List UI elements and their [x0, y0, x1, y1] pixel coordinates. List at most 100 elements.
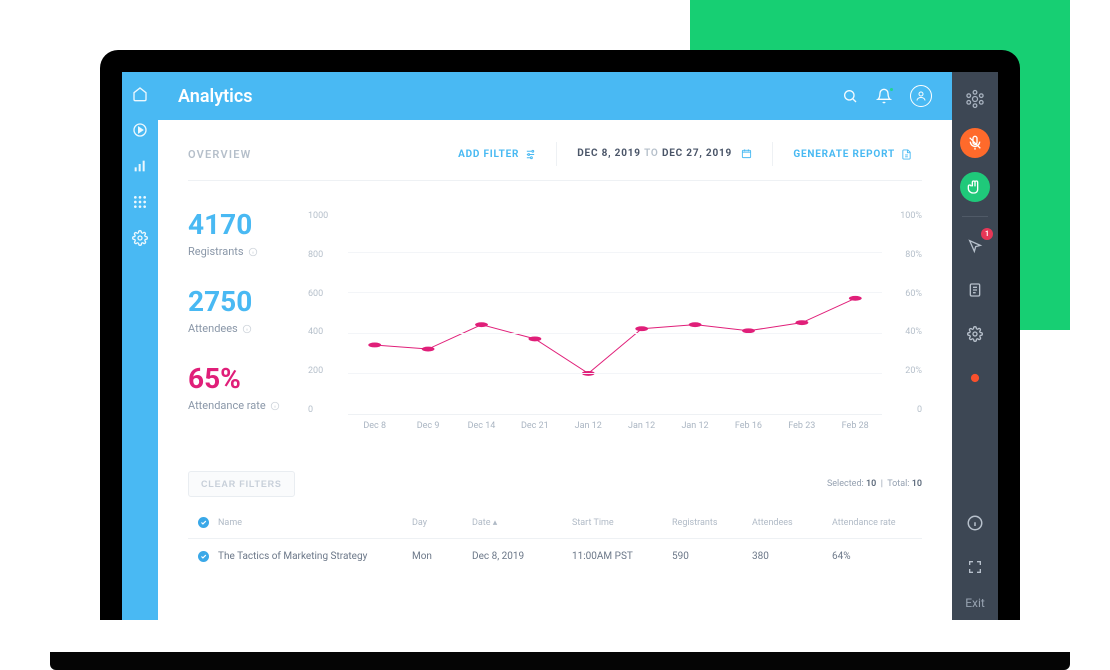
sliders-icon [525, 149, 536, 160]
column-name[interactable]: Name [218, 518, 412, 528]
cell-rate: 64% [832, 551, 922, 562]
device-base [50, 652, 1070, 670]
cell-att: 380 [752, 551, 832, 562]
grid-line [348, 333, 882, 334]
x-tick: Dec 14 [461, 421, 501, 441]
document-icon [901, 149, 912, 160]
table-row[interactable]: The Tactics of Marketing StrategyMonDec … [188, 539, 922, 574]
avatar[interactable] [910, 85, 932, 107]
x-tick: Feb 23 [782, 421, 822, 441]
fullscreen-button[interactable] [960, 552, 990, 582]
column-registrants[interactable]: Registrants [672, 518, 752, 528]
info-icon[interactable] [248, 247, 258, 257]
calendar-icon [741, 148, 752, 159]
y-tick: 800 [308, 250, 338, 260]
right-tool-rail: 1 Exit [952, 72, 998, 620]
left-nav-rail [122, 72, 158, 620]
device-frame: Analytics OVERVIEW ADD FILTER [100, 50, 1020, 620]
metric-value: 4170 [188, 211, 308, 239]
toolbar: OVERVIEW ADD FILTER DEC 8, 2019 TO DEC 2… [188, 142, 922, 181]
x-axis: Dec 8Dec 9Dec 14Dec 21Jan 12Jan 12Jan 12… [348, 421, 882, 441]
info-icon[interactable] [270, 401, 280, 411]
settings-button[interactable] [960, 319, 990, 349]
metrics: 4170 Registrants 2750 Attendees [188, 211, 308, 441]
cell-day: Mon [412, 551, 472, 562]
grid-line [348, 292, 882, 293]
separator [556, 142, 557, 166]
grid-line [348, 252, 882, 253]
metric-label: Attendees [188, 322, 308, 335]
x-tick: Dec 9 [408, 421, 448, 441]
y-axis-right: 100%80%60%40%20%0 [886, 211, 922, 415]
y-tick: 20% [886, 366, 922, 376]
metric-label: Attendance rate [188, 399, 308, 412]
date-to: DEC 27, 2019 [662, 149, 732, 160]
line-overlay [348, 211, 882, 414]
settings-icon[interactable] [132, 230, 148, 246]
date-to-label: TO [644, 149, 659, 160]
x-tick: Jan 12 [622, 421, 662, 441]
overview-label: OVERVIEW [188, 148, 448, 161]
column-attendees[interactable]: Attendees [752, 518, 832, 528]
y-tick: 0 [308, 405, 338, 415]
generate-report-button[interactable]: GENERATE REPORT [793, 149, 912, 160]
info-icon[interactable] [242, 324, 252, 334]
y-tick: 200 [308, 366, 338, 376]
content: OVERVIEW ADD FILTER DEC 8, 2019 TO DEC 2… [158, 120, 952, 620]
x-tick: Feb 16 [728, 421, 768, 441]
bell-icon[interactable] [876, 88, 892, 104]
header: Analytics [158, 72, 952, 120]
table-controls: CLEAR FILTERS Selected: 10 | Total: 10 [188, 471, 922, 507]
search-icon[interactable] [842, 88, 858, 104]
analytics-icon[interactable] [132, 158, 148, 174]
raise-hand-button[interactable] [960, 172, 990, 202]
grid-icon[interactable] [132, 194, 148, 210]
mic-muted-button[interactable] [960, 128, 990, 158]
clear-filters-button[interactable]: CLEAR FILTERS [188, 471, 295, 497]
generate-report-label: GENERATE REPORT [793, 149, 895, 160]
record-button[interactable] [960, 363, 990, 393]
home-icon[interactable] [132, 86, 148, 102]
table-body: The Tactics of Marketing StrategyMonDec … [188, 539, 922, 574]
date-from: DEC 8, 2019 [577, 149, 641, 160]
y-tick: 0 [886, 405, 922, 415]
column-date[interactable]: Date ▴ [472, 518, 572, 528]
exit-button[interactable]: Exit [965, 596, 985, 620]
y-axis-left: 10008006004002000 [308, 211, 338, 415]
grid-line [348, 373, 882, 374]
y-tick: 40% [886, 327, 922, 337]
date-range-picker[interactable]: DEC 8, 2019 TO DEC 27, 2019 [577, 148, 752, 159]
add-filter-button[interactable]: ADD FILTER [458, 149, 536, 160]
x-tick: Feb 28 [835, 421, 875, 441]
column-rate[interactable]: Attendance rate [832, 518, 922, 528]
x-tick: Jan 12 [675, 421, 715, 441]
sort-asc-icon: ▴ [493, 518, 498, 528]
add-filter-label: ADD FILTER [458, 149, 519, 160]
pointer-button[interactable]: 1 [960, 231, 990, 261]
row-check[interactable] [188, 551, 218, 562]
x-tick: Dec 8 [355, 421, 395, 441]
metric-attendance-rate: 65% Attendance rate [188, 365, 308, 412]
y-tick: 600 [308, 289, 338, 299]
info-button[interactable] [960, 508, 990, 538]
metrics-chart-row: 4170 Registrants 2750 Attendees [188, 181, 922, 441]
app-logo-icon[interactable] [960, 84, 990, 114]
column-day[interactable]: Day [412, 518, 472, 528]
y-tick: 100% [886, 211, 922, 221]
column-start[interactable]: Start Time [572, 518, 672, 528]
check-all-icon [198, 517, 209, 528]
chart: 10008006004002000 100%80%60%40%20%0 Dec … [308, 211, 922, 441]
x-tick: Jan 12 [568, 421, 608, 441]
divider [962, 216, 988, 217]
check-icon [198, 551, 209, 562]
cell-start: 11:00AM PST [572, 551, 672, 562]
cell-date: Dec 8, 2019 [472, 551, 572, 562]
screen: Analytics OVERVIEW ADD FILTER [122, 72, 998, 620]
column-check[interactable] [188, 517, 218, 528]
metric-value: 2750 [188, 288, 308, 316]
notes-button[interactable] [960, 275, 990, 305]
cell-name: The Tactics of Marketing Strategy [218, 551, 412, 562]
badge: 1 [981, 228, 993, 240]
play-icon[interactable] [132, 122, 148, 138]
table-counts: Selected: 10 | Total: 10 [827, 479, 922, 489]
